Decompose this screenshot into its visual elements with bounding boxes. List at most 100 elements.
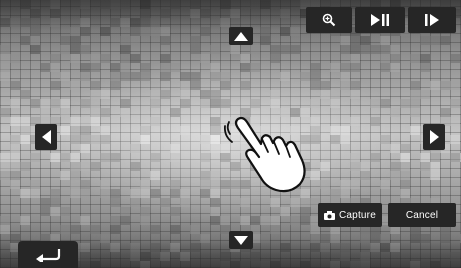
mosaic-tile [130, 18, 140, 27]
mosaic-tile [370, 234, 380, 243]
mosaic-tile [0, 54, 10, 63]
mosaic-tile [350, 153, 360, 162]
mosaic-tile [340, 36, 350, 45]
mosaic-tile [30, 180, 40, 189]
mosaic-tile [170, 108, 180, 117]
mosaic-tile [90, 63, 100, 72]
zoom-button[interactable] [306, 7, 352, 33]
mosaic-tile [340, 189, 350, 198]
mosaic-tile [30, 36, 40, 45]
scroll-right-button[interactable] [423, 124, 445, 150]
scroll-down-button[interactable] [229, 231, 253, 249]
mosaic-tile [420, 36, 430, 45]
mosaic-tile [430, 171, 440, 180]
mosaic-tile [150, 99, 160, 108]
mosaic-tile [420, 90, 430, 99]
mosaic-tile [200, 153, 210, 162]
mosaic-tile [280, 9, 290, 18]
cancel-button[interactable]: Cancel [388, 203, 456, 227]
mosaic-tile [140, 0, 150, 9]
mosaic-tile [70, 135, 80, 144]
mosaic-tile [240, 198, 250, 207]
mosaic-tile [360, 162, 370, 171]
mosaic-tile [100, 54, 110, 63]
mosaic-tile [270, 45, 280, 54]
mosaic-tile [10, 81, 20, 90]
mosaic-tile [40, 99, 50, 108]
mosaic-tile [30, 45, 40, 54]
mosaic-tile [110, 225, 120, 234]
mosaic-tile [430, 36, 440, 45]
mosaic-tile [220, 216, 230, 225]
mosaic-tile [80, 162, 90, 171]
mosaic-tile [110, 243, 120, 252]
mosaic-tile [430, 153, 440, 162]
mosaic-tile [30, 27, 40, 36]
mosaic-tile [140, 9, 150, 18]
mosaic-tile [50, 54, 60, 63]
mosaic-tile [90, 54, 100, 63]
mosaic-tile [90, 162, 100, 171]
mosaic-tile [80, 63, 90, 72]
mosaic-tile [380, 234, 390, 243]
mosaic-tile [260, 261, 270, 268]
mosaic-tile [50, 18, 60, 27]
mosaic-tile [200, 135, 210, 144]
mosaic-tile [250, 45, 260, 54]
mosaic-tile [140, 27, 150, 36]
mosaic-tile [140, 72, 150, 81]
mosaic-tile [200, 171, 210, 180]
mosaic-tile [420, 54, 430, 63]
mosaic-tile [170, 0, 180, 9]
mosaic-tile [350, 162, 360, 171]
play-pause-button[interactable] [355, 7, 405, 33]
mosaic-tile [280, 45, 290, 54]
mosaic-tile [140, 63, 150, 72]
mosaic-tile [210, 171, 220, 180]
mosaic-tile [270, 216, 280, 225]
mosaic-tile [220, 261, 230, 268]
mosaic-tile [0, 108, 10, 117]
mosaic-tile [210, 72, 220, 81]
capture-button[interactable]: Capture [318, 203, 382, 227]
mosaic-tile [190, 72, 200, 81]
mosaic-tile [280, 27, 290, 36]
mosaic-tile [80, 45, 90, 54]
mosaic-tile [180, 99, 190, 108]
mosaic-tile [380, 63, 390, 72]
mosaic-tile [290, 198, 300, 207]
scroll-up-button[interactable] [229, 27, 253, 45]
mosaic-tile [150, 171, 160, 180]
mosaic-tile [80, 99, 90, 108]
scroll-left-button[interactable] [35, 124, 57, 150]
mosaic-tile [350, 45, 360, 54]
video-frame-viewer[interactable]: Capture Cancel [0, 0, 461, 268]
mosaic-tile [140, 261, 150, 268]
mosaic-tile [420, 153, 430, 162]
mosaic-tile [340, 180, 350, 189]
mosaic-tile [10, 180, 20, 189]
mosaic-tile [160, 252, 170, 261]
mosaic-tile [220, 18, 230, 27]
mosaic-tile [60, 99, 70, 108]
mosaic-tile [110, 189, 120, 198]
back-button[interactable] [18, 241, 78, 268]
mosaic-tile [210, 117, 220, 126]
mosaic-tile [400, 180, 410, 189]
camera-icon [324, 210, 335, 220]
next-frame-button[interactable] [408, 7, 456, 33]
mosaic-tile [140, 252, 150, 261]
mosaic-tile [20, 189, 30, 198]
mosaic-tile [20, 162, 30, 171]
mosaic-tile [90, 99, 100, 108]
mosaic-tile [50, 0, 60, 9]
mosaic-tile [350, 36, 360, 45]
mosaic-tile [100, 180, 110, 189]
mosaic-tile [200, 234, 210, 243]
mosaic-tile [420, 261, 430, 268]
mosaic-tile [80, 27, 90, 36]
mosaic-tile [20, 216, 30, 225]
mosaic-tile [210, 126, 220, 135]
mosaic-tile [150, 189, 160, 198]
mosaic-tile [410, 108, 420, 117]
